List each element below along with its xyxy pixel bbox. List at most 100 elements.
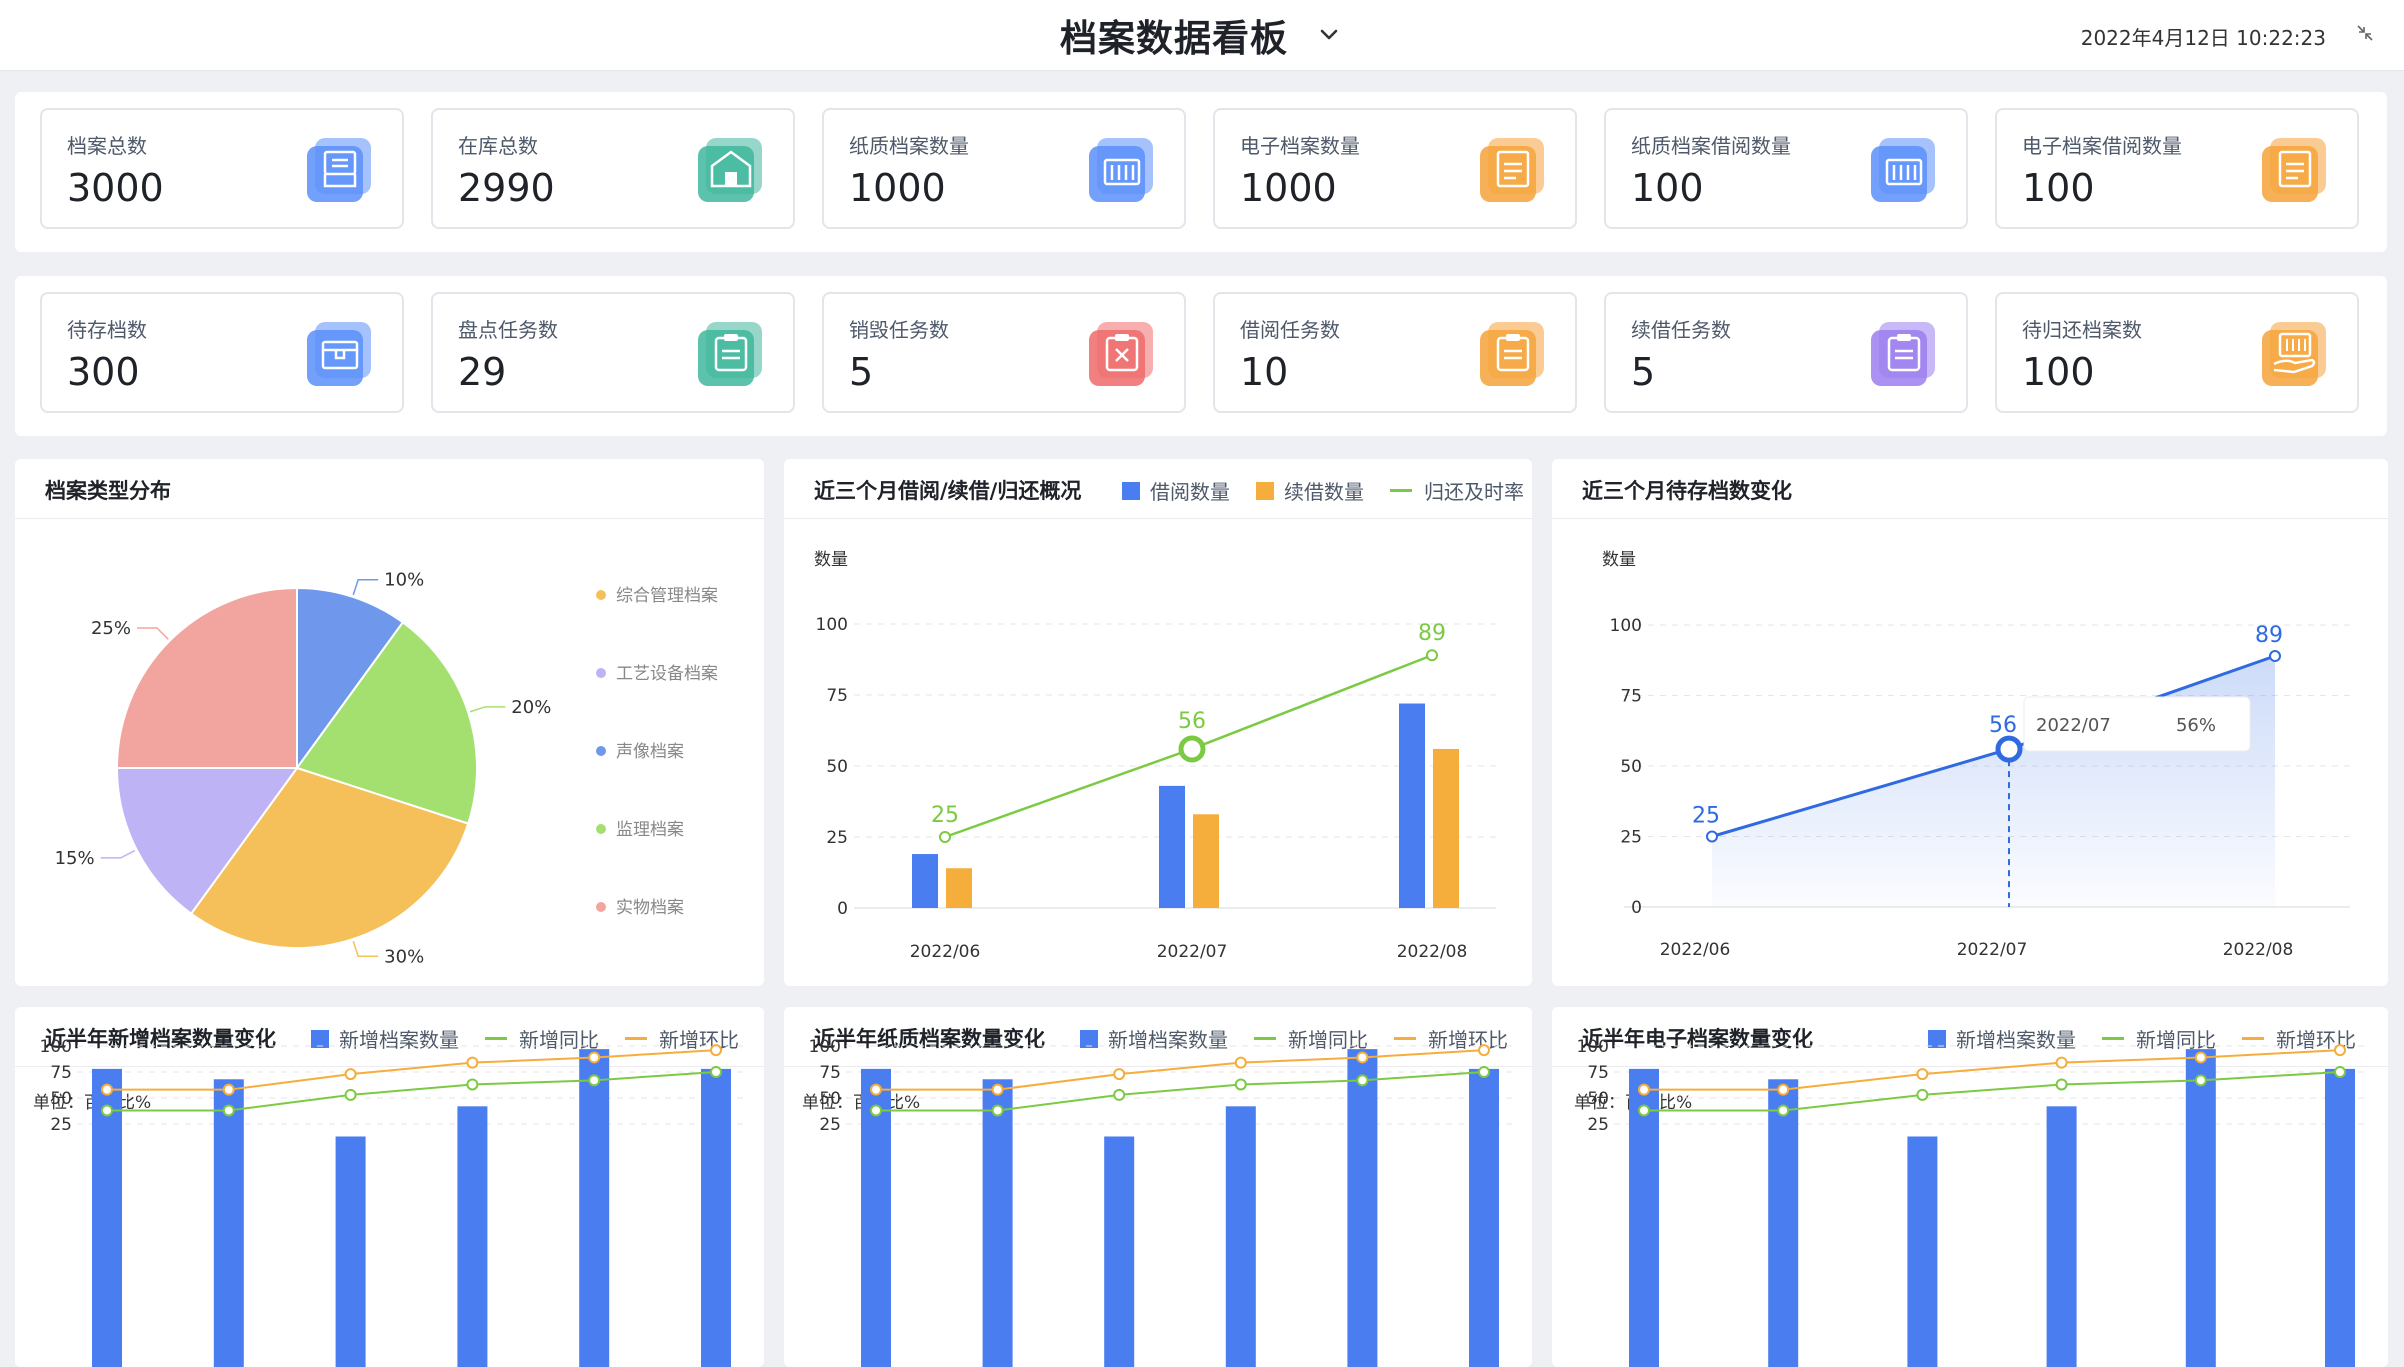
box-icon [307, 322, 371, 386]
borrow-chart: 0 25 50 75 100 2022/06 2022/07 2022/08 25 56 89 [816, 615, 1496, 962]
line-point [2334, 1044, 2346, 1057]
legend-label: 综合管理档案 [616, 586, 718, 606]
x-tick-label: 2022/07 [1157, 942, 1228, 962]
stat-card[interactable]: 电子档案数量 1000 [1213, 108, 1577, 229]
stat-card[interactable]: 待归还档案数 100 [1995, 292, 2359, 413]
y-tick-label: 50 [1587, 1089, 1609, 1109]
line-point [1113, 1068, 1126, 1081]
stat-card[interactable]: 销毁任务数 5 [822, 292, 1186, 413]
stat-value: 3000 [67, 166, 164, 210]
bar [912, 854, 938, 908]
bar [1159, 785, 1185, 908]
line-point [2194, 1051, 2207, 1064]
top-bar: 档案数据看板 2022年4月12日 10:22:23 [0, 0, 2404, 71]
stat-card[interactable]: 续借任务数 5 [1604, 292, 1968, 413]
pie-chart: 10% 20% 30% 15% 25% 综合管理档案工艺设备档案声像档案监理档案实物档案 [55, 570, 718, 968]
stat-card[interactable]: 纸质档案借阅数量 100 [1604, 108, 1968, 229]
stat-label: 盘点任务数 [458, 318, 558, 342]
bar [1225, 1106, 1256, 1367]
half-year-chart-new: 25 50 75 100 [40, 1037, 746, 1367]
line-series [107, 1049, 717, 1091]
stat-card[interactable]: 档案总数 3000 [40, 108, 404, 229]
half-year-panel-paper: 近半年纸质档案数量变化 新增档案数量 新增同比 新增环比 单位：百分比% 255… [784, 1007, 1532, 1367]
stat-card[interactable]: 借阅任务数 10 [1213, 292, 1577, 413]
line-series [1644, 1071, 2341, 1112]
x-tick-label: 2022/08 [1397, 942, 1468, 962]
data-label: 89 [2255, 623, 2283, 648]
x-tick-label: 2022/08 [2223, 940, 2294, 960]
page-title: 档案数据看板 [1060, 17, 1288, 60]
stat-card[interactable]: 纸质档案数量 1000 [822, 108, 1186, 229]
y-tick-label: 0 [837, 899, 848, 919]
x-tick-label: 2022/06 [1660, 940, 1731, 960]
y-tick-label: 50 [1620, 757, 1642, 777]
x-tick-label: 2022/07 [1957, 940, 2028, 960]
stat-card[interactable]: 待存档数 300 [40, 292, 404, 413]
line-point [588, 1074, 601, 1087]
stat-label: 纸质档案数量 [849, 134, 969, 158]
clipboard-icon [1480, 322, 1544, 386]
line-point [1995, 735, 2023, 763]
y-tick-label: 100 [809, 1037, 841, 1057]
clipboard-icon [1871, 322, 1935, 386]
stat-label: 电子档案数量 [1240, 134, 1360, 158]
line-point [1113, 1088, 1126, 1101]
line-point [1777, 1104, 1790, 1117]
line-point [1638, 1104, 1650, 1117]
pie-slice-label: 20% [511, 697, 551, 718]
document-icon [2262, 138, 2326, 202]
stat-value: 5 [1631, 350, 1656, 394]
paper-files-icon [1089, 138, 1153, 202]
stat-label: 在库总数 [458, 134, 538, 158]
half-year-panel-electronic: 近半年电子档案数量变化 新增档案数量 新增同比 新增环比 单位：百分比% 255… [1552, 1007, 2388, 1367]
stat-label: 电子档案借阅数量 [2022, 134, 2182, 158]
bar [2046, 1106, 2077, 1367]
y-tick-label: 100 [40, 1037, 72, 1057]
y-tick-label: 50 [826, 757, 848, 777]
line-point [1234, 1078, 1247, 1091]
line-point [870, 1104, 882, 1117]
legend-dot [596, 902, 606, 912]
line-point [1916, 1068, 1929, 1081]
pending-chart: 0 25 50 75 100 25 56 89 2022/06 2022/07 2022/08 202… [1610, 616, 2350, 960]
y-tick-label: 100 [816, 615, 848, 635]
chevron-down-icon[interactable] [1314, 20, 1344, 50]
line-point [1426, 649, 1438, 662]
y-tick-label: 100 [1577, 1037, 1609, 1057]
warehouse-icon [698, 138, 762, 202]
bar [2325, 1068, 2355, 1367]
collapse-icon[interactable] [2354, 22, 2376, 44]
y-tick-label: 75 [50, 1063, 72, 1083]
pie-slice-label: 15% [55, 848, 95, 869]
stat-value: 100 [2022, 350, 2095, 394]
stat-card[interactable]: 盘点任务数 29 [431, 292, 795, 413]
stats-panel-row2: 待存档数 300 盘点任务数 29 销毁任务数 5 借阅任务数 10 续借任务数 5 待归还档案数 1… [15, 276, 2387, 436]
legend-label: 监理档案 [616, 820, 684, 840]
line-point [101, 1104, 113, 1117]
bar [701, 1068, 731, 1367]
stat-value: 100 [2022, 166, 2095, 210]
bar [946, 868, 972, 908]
line-point [588, 1051, 601, 1064]
stats-panel-row1: 档案总数 3000 在库总数 2990 纸质档案数量 1000 电子档案数量 1000 纸质档案… [15, 92, 2387, 252]
bar [2185, 1049, 2216, 1367]
stat-value: 2990 [458, 166, 555, 210]
legend-dot [596, 824, 606, 834]
y-tick-label: 25 [819, 1115, 841, 1135]
document-icon [1480, 138, 1544, 202]
pie-label-line [469, 706, 506, 713]
line-point [222, 1083, 235, 1096]
y-tick-label: 25 [1620, 828, 1642, 848]
y-tick-label: 25 [1587, 1115, 1609, 1135]
stat-value: 29 [458, 350, 507, 394]
stat-label: 销毁任务数 [849, 318, 949, 342]
y-tick-label: 50 [50, 1089, 72, 1109]
stat-value: 10 [1240, 350, 1289, 394]
stat-card[interactable]: 在库总数 2990 [431, 108, 795, 229]
bar [1907, 1136, 1938, 1367]
line-point [2334, 1066, 2346, 1078]
bar [1104, 1136, 1135, 1367]
pie-slice-label: 30% [384, 946, 424, 967]
stat-card[interactable]: 电子档案借阅数量 100 [1995, 108, 2359, 229]
line-point [1706, 830, 1718, 843]
